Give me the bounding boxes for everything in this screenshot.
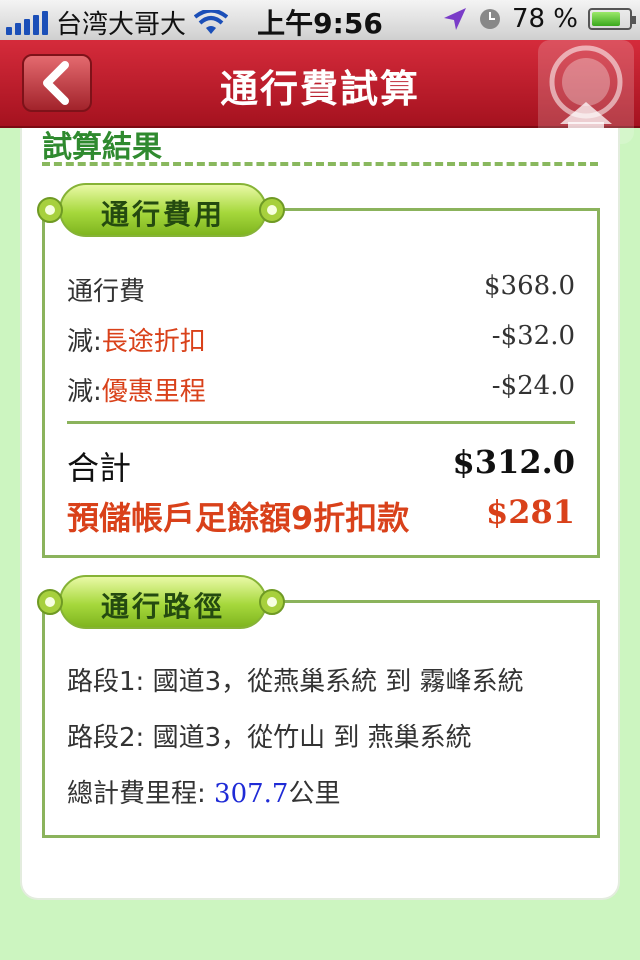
route-tag: 通行路徑	[37, 575, 287, 631]
section-divider	[42, 162, 598, 166]
route-box: 通行路徑 路段1: 國道3，從燕巢系統 到 霧峰系統 路段2: 國道3，從竹山 …	[37, 575, 600, 838]
prepaid-value: $281	[485, 493, 575, 531]
status-right: 78 %	[442, 4, 636, 34]
tag-dot-icon	[37, 197, 63, 223]
battery-fill	[592, 12, 621, 26]
route-tag-label: 通行路徑	[100, 590, 225, 623]
distance-label: 總計費里程:	[67, 779, 215, 809]
result-card: 試算結果 通行費用 通行費 $368.0 減:長途折扣 -$32.0 減:優惠里…	[20, 128, 620, 900]
route-segment-2: 路段2: 國道3，從竹山 到 燕巢系統	[67, 723, 472, 753]
battery-percent: 78 %	[511, 4, 578, 34]
toll-value: $368.0	[484, 271, 575, 301]
promo-label: 減:優惠里程	[67, 377, 206, 407]
long-discount-value: -$32.0	[491, 321, 575, 351]
fees-box: 通行費用 通行費 $368.0 減:長途折扣 -$32.0 減:優惠里程 -$2…	[37, 183, 600, 558]
distance-value: 307.7	[214, 779, 289, 809]
tag-dot-icon	[37, 589, 63, 615]
prepaid-row: 預儲帳戶足餘額9折扣款 $281	[67, 493, 575, 539]
promo-value: -$24.0	[491, 371, 575, 401]
section-title: 試算結果	[42, 130, 162, 165]
promo-row: 減:優惠里程 -$24.0	[67, 371, 575, 408]
distance-unit: 公里	[288, 779, 341, 809]
location-arrow-icon	[443, 8, 466, 30]
clock-icon	[479, 9, 500, 29]
total-value: $312.0	[452, 443, 575, 481]
long-discount-label: 減:長途折扣	[67, 327, 206, 357]
long-discount-row: 減:長途折扣 -$32.0	[67, 321, 575, 358]
toll-label: 通行費	[67, 277, 146, 307]
prepaid-label: 預儲帳戶足餘額9折扣款	[67, 499, 410, 537]
total-divider	[67, 421, 575, 424]
total-row: 合計 $312.0	[67, 443, 575, 489]
route-segment-1: 路段1: 國道3，從燕巢系統 到 霧峰系統	[67, 667, 524, 697]
tag-dot-icon	[259, 589, 285, 615]
fees-tag-label: 通行費用	[100, 198, 225, 231]
status-bar: 台湾大哥大 上午9:56 78 %	[0, 0, 640, 40]
route-distance: 總計費里程: 307.7公里	[67, 773, 340, 810]
nav-bar: 通行費試算	[0, 40, 640, 144]
tag-dot-icon	[259, 197, 285, 223]
toll-row: 通行費 $368.0	[67, 271, 575, 308]
total-label: 合計	[67, 449, 132, 487]
battery-icon	[588, 8, 636, 30]
fees-tag: 通行費用	[37, 183, 287, 239]
